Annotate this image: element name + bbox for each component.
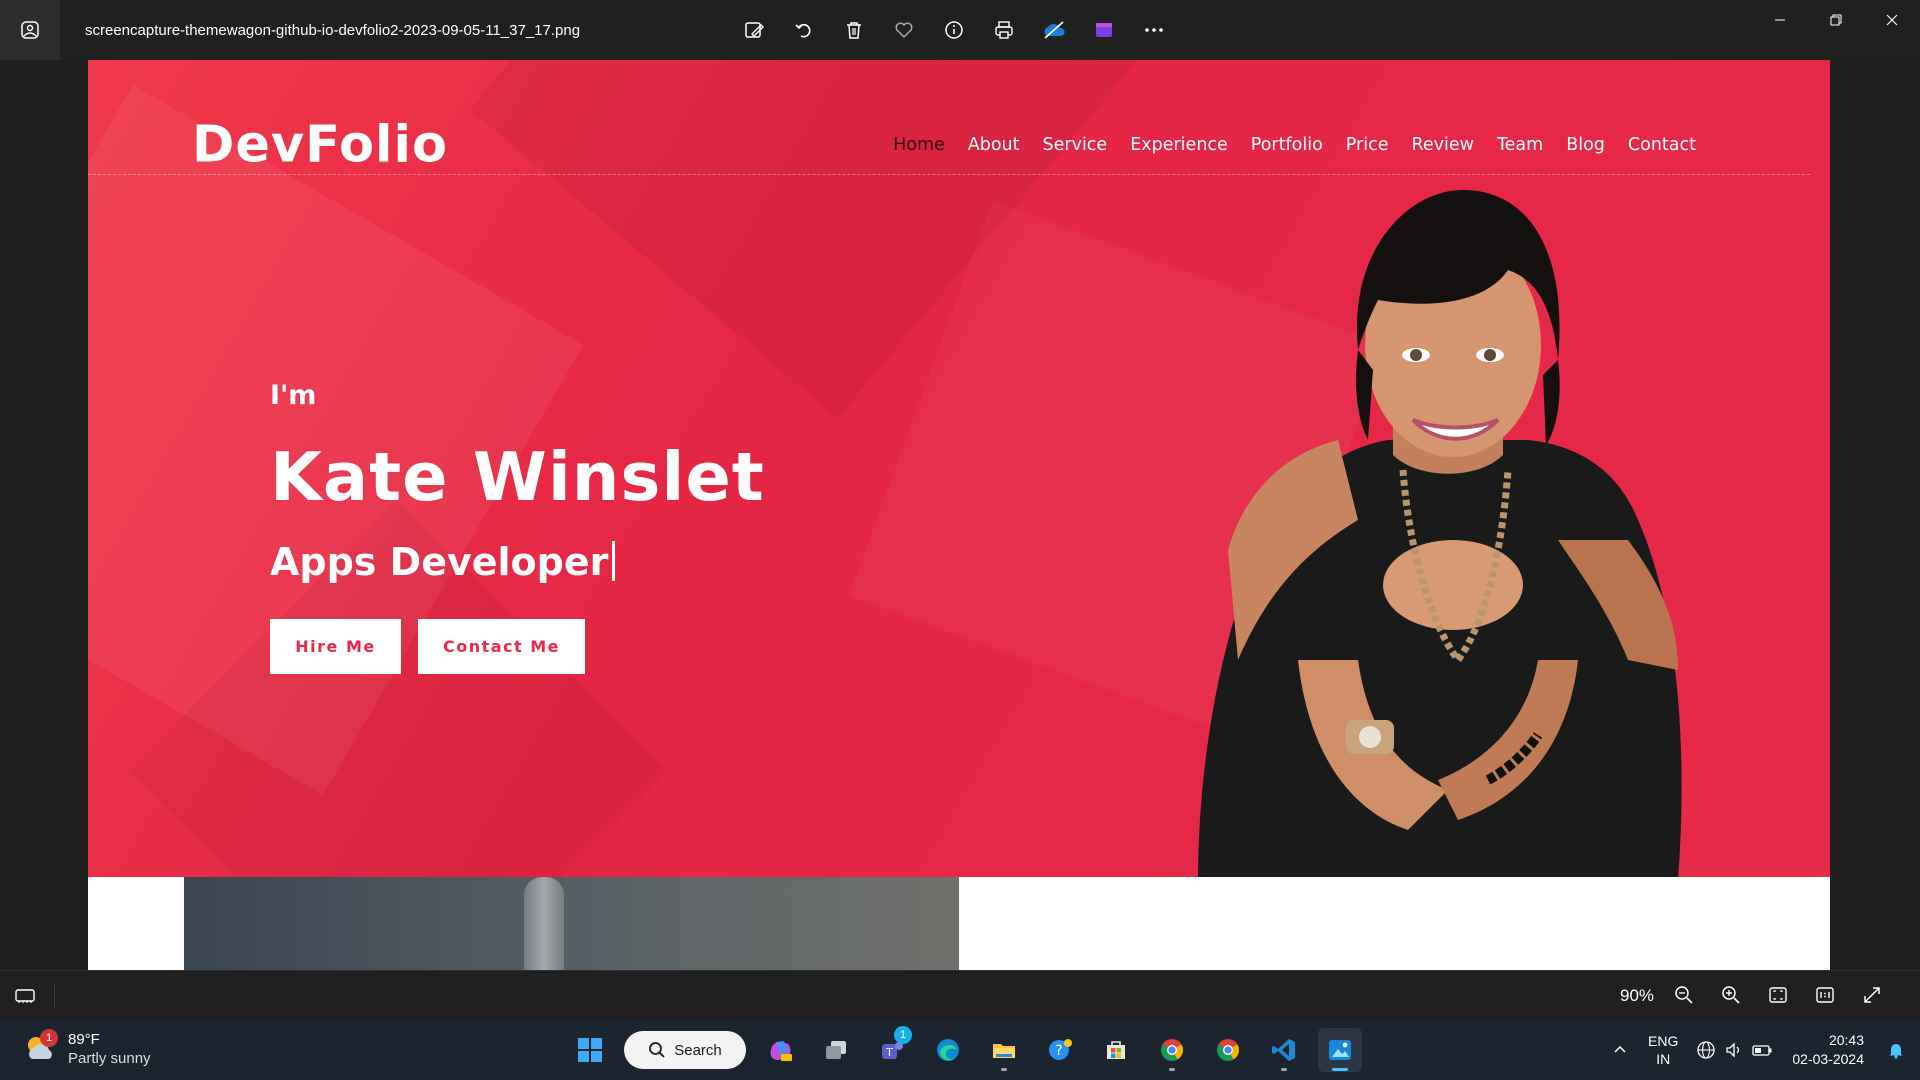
image-canvas: DevFolio Home About Service Experience P… <box>0 60 1920 970</box>
zoom-tools <box>1670 981 1886 1009</box>
teams-icon[interactable]: T 1 <box>870 1026 914 1072</box>
file-name: screencapture-themewagon-github-io-devfo… <box>85 21 581 39</box>
nav-review[interactable]: Review <box>1412 135 1474 155</box>
hero-name: Kate Winslet <box>270 438 765 516</box>
nav-experience[interactable]: Experience <box>1130 135 1228 155</box>
site-logo[interactable]: DevFolio <box>192 116 448 175</box>
file-explorer-icon[interactable] <box>982 1028 1026 1072</box>
chrome-icon[interactable] <box>1150 1028 1194 1072</box>
nav-team[interactable]: Team <box>1497 135 1543 155</box>
viewer-toolbar <box>740 0 1168 60</box>
weather-widget[interactable]: 1 89°F Partly sunny <box>22 1029 151 1068</box>
website-screenshot: DevFolio Home About Service Experience P… <box>88 60 1830 970</box>
fullscreen-icon[interactable] <box>1858 981 1886 1009</box>
contact-me-button[interactable]: Contact Me <box>418 619 585 674</box>
nav-price[interactable]: Price <box>1346 135 1389 155</box>
network-icon[interactable] <box>1692 1030 1720 1070</box>
search-label: Search <box>674 1041 722 1059</box>
get-help-icon[interactable]: ? <box>1038 1028 1082 1072</box>
lang-line-2: IN <box>1656 1051 1671 1067</box>
svg-text:T: T <box>885 1046 893 1059</box>
about-section-image <box>184 877 959 970</box>
zoom-in-icon[interactable] <box>1717 981 1745 1009</box>
filmstrip-icon[interactable] <box>12 983 38 1009</box>
print-icon[interactable] <box>990 16 1018 44</box>
battery-icon[interactable] <box>1748 1030 1776 1070</box>
role-text: Apps Developer <box>270 540 609 584</box>
actual-size-icon[interactable] <box>1811 981 1839 1009</box>
more-icon[interactable] <box>1140 16 1168 44</box>
info-icon[interactable] <box>940 16 968 44</box>
delete-icon[interactable] <box>840 16 868 44</box>
nav-blog[interactable]: Blog <box>1566 135 1605 155</box>
profile-photo <box>1198 190 1682 877</box>
teams-badge: 1 <box>894 1026 912 1044</box>
minimize-icon[interactable] <box>1752 0 1808 40</box>
search-icon <box>649 1042 665 1058</box>
zoom-out-icon[interactable] <box>1670 981 1698 1009</box>
task-view-icon[interactable] <box>814 1028 858 1072</box>
clipchamp-icon[interactable] <box>1090 16 1118 44</box>
photos-app-icon[interactable] <box>0 0 60 60</box>
close-icon[interactable] <box>1864 0 1920 40</box>
photos-icon[interactable] <box>1318 1028 1362 1072</box>
header-divider <box>88 174 1810 175</box>
intro-text: I'm <box>270 380 317 411</box>
clock-time: 20:43 <box>1828 1032 1864 1048</box>
weather-condition: Partly sunny <box>68 1050 151 1067</box>
running-indicator <box>1001 1068 1007 1071</box>
lamp-shape <box>524 877 564 970</box>
taskbar-apps: Search T 1 ? <box>568 1026 1362 1072</box>
running-indicator <box>1169 1068 1175 1071</box>
partly-sunny-icon: 1 <box>22 1029 58 1067</box>
input-language[interactable]: ENG IN <box>1648 1032 1678 1068</box>
edge-icon[interactable] <box>926 1028 970 1072</box>
viewer-title-bar: screencapture-themewagon-github-io-devfo… <box>0 0 1920 60</box>
nav-about[interactable]: About <box>968 135 1020 155</box>
store-icon[interactable] <box>1094 1028 1138 1072</box>
hero-intro: I'm Kate Winslet Apps Developer Hire Me … <box>270 380 764 674</box>
viewer-status-bar: 90% <box>0 970 1920 1021</box>
zoom-level[interactable]: 90% <box>1620 986 1654 1006</box>
fit-to-window-icon[interactable] <box>1764 981 1792 1009</box>
running-indicator <box>1281 1068 1287 1071</box>
vscode-icon[interactable] <box>1262 1028 1306 1072</box>
clock[interactable]: 20:43 02-03-2024 <box>1792 1031 1864 1069</box>
chrome-profile-icon[interactable] <box>1206 1028 1250 1072</box>
edit-image-icon[interactable] <box>740 16 768 44</box>
status-divider <box>54 983 55 1009</box>
svg-text:?: ? <box>1055 1043 1062 1059</box>
nav-contact[interactable]: Contact <box>1628 135 1696 155</box>
site-header: DevFolio Home About Service Experience P… <box>88 60 1830 175</box>
notification-bell-icon[interactable] <box>1878 1030 1914 1070</box>
restore-icon[interactable] <box>1808 0 1864 40</box>
system-tray: ENG IN 20:43 02-03-2024 <box>1602 1020 1920 1080</box>
hero-section: DevFolio Home About Service Experience P… <box>88 60 1830 877</box>
hero-role: Apps Developer <box>270 540 616 584</box>
hire-me-button[interactable]: Hire Me <box>270 619 401 674</box>
weather-text: 89°F Partly sunny <box>68 1030 151 1068</box>
weather-temp: 89°F <box>68 1031 100 1048</box>
nav-portfolio[interactable]: Portfolio <box>1251 135 1323 155</box>
clock-date: 02-03-2024 <box>1792 1051 1864 1067</box>
nav-service[interactable]: Service <box>1043 135 1108 155</box>
volume-icon[interactable] <box>1720 1030 1748 1070</box>
window-controls <box>1752 0 1920 40</box>
rotate-icon[interactable] <box>790 16 818 44</box>
chevron-up-icon[interactable] <box>1602 1030 1638 1070</box>
taskbar: 1 89°F Partly sunny Search T 1 ? ENG IN … <box>0 1020 1920 1080</box>
site-nav: Home About Service Experience Portfolio … <box>893 135 1696 155</box>
onedrive-icon[interactable] <box>1040 16 1068 44</box>
weather-badge: 1 <box>40 1029 58 1047</box>
favorite-icon[interactable] <box>890 16 918 44</box>
active-indicator <box>1332 1068 1348 1071</box>
start-icon[interactable] <box>568 1028 612 1072</box>
nav-home[interactable]: Home <box>893 135 945 155</box>
copilot-icon[interactable] <box>758 1028 802 1072</box>
taskbar-search[interactable]: Search <box>624 1031 746 1069</box>
lang-line-1: ENG <box>1648 1033 1679 1049</box>
typing-caret <box>612 541 616 581</box>
